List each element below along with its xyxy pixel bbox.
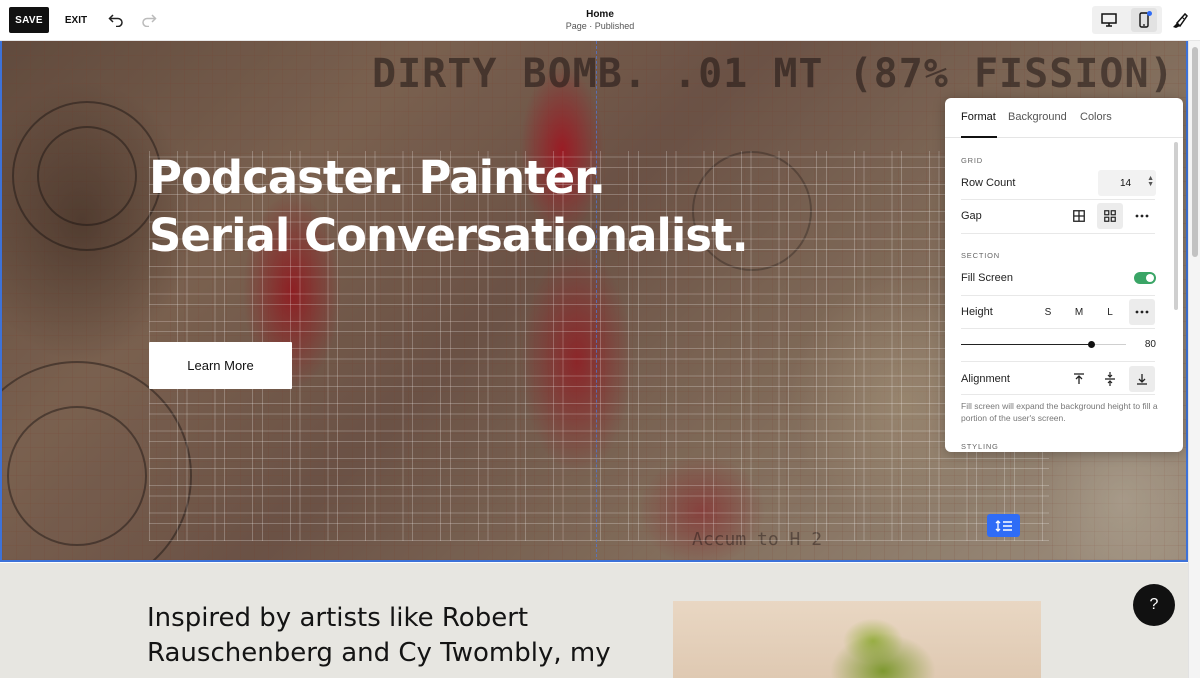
desktop-icon[interactable] [1097,10,1121,30]
row-count-label: Row Count [961,177,1016,189]
gap-label: Gap [961,210,982,222]
about-text[interactable]: Inspired by artists like Robert Rauschen… [147,601,647,671]
grid-section-label: GRID [961,156,983,165]
active-indicator-dot [1147,11,1152,16]
panel-tabs: Format Background Colors [945,98,1183,138]
hero-headline[interactable]: Podcaster. Painter. Serial Conversationa… [149,149,869,265]
center-guide-line [596,41,597,560]
tab-colors[interactable]: Colors [1080,111,1112,123]
redo-icon[interactable] [138,9,160,31]
fill-screen-label: Fill Screen [961,272,1013,284]
tab-format[interactable]: Format [961,111,996,123]
alignment-label: Alignment [961,373,1010,385]
styling-section-label: STYLING [961,442,999,451]
window-scrollbar[interactable] [1188,41,1200,678]
help-button[interactable]: ? [1133,584,1175,626]
headline-line-1: Podcaster. Painter. [149,151,606,204]
height-option-m[interactable]: M [1066,299,1092,325]
editor-toolbar: SAVE EXIT Home Page · Published [0,0,1200,41]
row-count-value: 14 [1120,177,1132,189]
height-slider-handle[interactable] [1088,341,1095,348]
paintbrush-icon[interactable] [1168,9,1190,31]
save-button[interactable]: SAVE [9,7,49,33]
height-slider-remaining [1091,344,1126,345]
mobile-icon[interactable] [1131,8,1157,32]
fill-screen-help-text: Fill screen will expand the background h… [961,401,1158,423]
divider [961,361,1155,362]
divider [961,394,1155,395]
align-top-icon[interactable] [1066,366,1092,392]
height-option-l[interactable]: L [1097,299,1123,325]
stepper-arrows-icon[interactable]: ▲ ▼ [1147,175,1154,188]
row-count-stepper[interactable]: 14 ▲ ▼ [1098,170,1156,196]
divider [961,199,1155,200]
section-height-handle-icon[interactable] [987,514,1020,537]
gap-more-icon[interactable] [1129,203,1155,229]
height-more-icon[interactable] [1129,299,1155,325]
fill-screen-toggle[interactable] [1134,272,1156,284]
page-status: Page · Published [565,21,635,31]
height-option-s[interactable]: S [1035,299,1061,325]
about-section[interactable]: Inspired by artists like Robert Rauschen… [0,563,1188,678]
align-bottom-icon[interactable] [1129,366,1155,392]
section-format-panel: Format Background Colors GRID Row Count … [945,98,1183,452]
exit-button[interactable]: EXIT [60,7,92,33]
height-slider-value: 80 [1144,339,1156,350]
gap-medium-icon[interactable] [1097,203,1123,229]
divider [961,295,1155,296]
active-tab-underline [961,136,997,138]
learn-more-button[interactable]: Learn More [149,342,292,389]
tab-background[interactable]: Background [1008,111,1067,123]
window-scrollbar-thumb[interactable] [1192,47,1198,257]
page-title[interactable]: Home [500,9,700,20]
height-label: Height [961,306,993,318]
artwork-image[interactable] [673,601,1041,678]
divider [961,233,1155,234]
panel-scrollbar[interactable] [1174,142,1178,310]
gap-none-icon[interactable] [1066,203,1092,229]
headline-line-2: Serial Conversationalist. [149,209,749,262]
section-section-label: SECTION [961,251,1000,260]
align-center-icon[interactable] [1097,366,1123,392]
undo-icon[interactable] [105,9,127,31]
divider [961,328,1155,329]
